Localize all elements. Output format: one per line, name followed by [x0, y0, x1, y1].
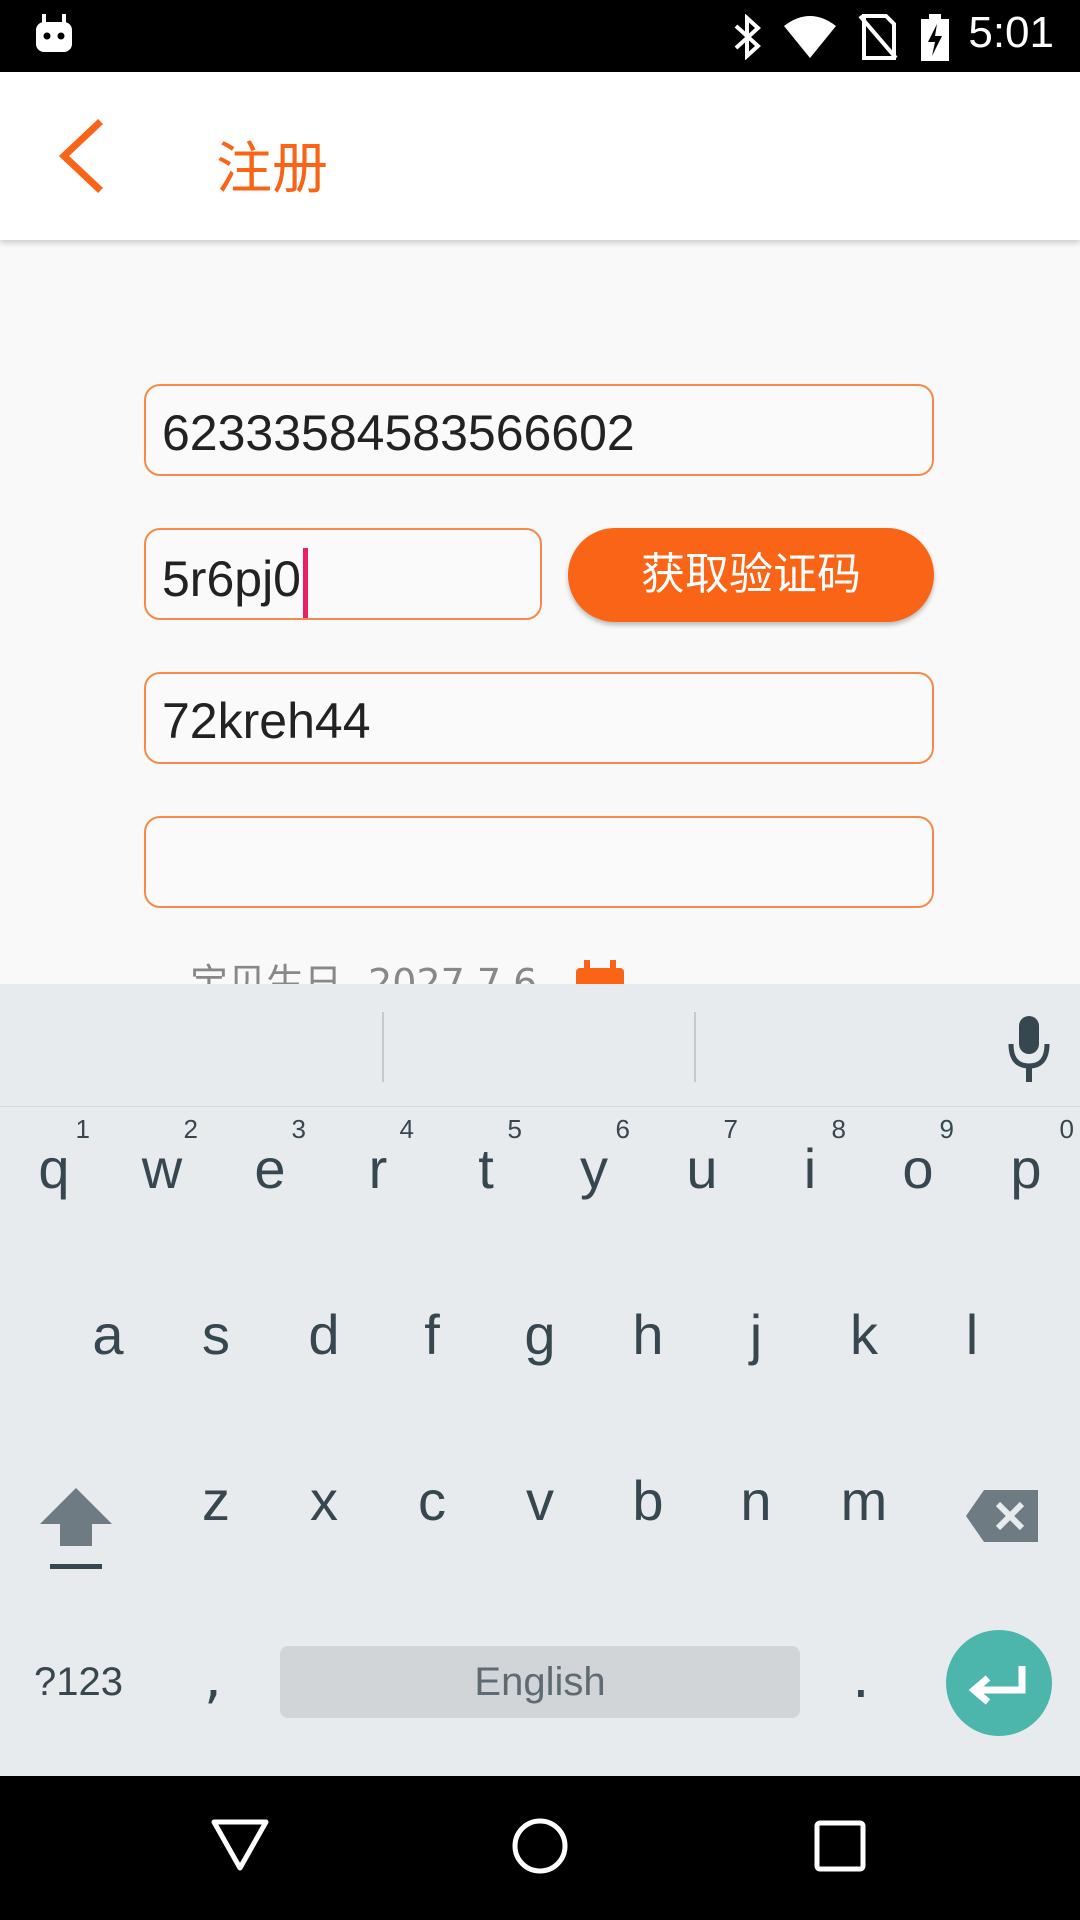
key-label: u [686, 1137, 718, 1200]
key-r[interactable]: 4r [324, 1106, 432, 1256]
status-bar: 5:01 [0, 0, 1080, 72]
key-d[interactable]: d [270, 1272, 378, 1422]
suggestion-divider [694, 1012, 696, 1082]
key-u[interactable]: 7u [648, 1106, 756, 1256]
verification-code-field[interactable]: 5r6pj0 [144, 528, 542, 620]
key-label: b [632, 1469, 664, 1532]
phone-field[interactable]: 62333584583566602 [144, 384, 934, 476]
key-w[interactable]: 2w [108, 1106, 216, 1256]
key-y[interactable]: 6y [540, 1106, 648, 1256]
key-z[interactable]: z [162, 1438, 270, 1588]
key-label: j [749, 1303, 763, 1366]
key-label: q [38, 1137, 70, 1200]
key-i[interactable]: 8i [756, 1106, 864, 1256]
soft-keyboard: 1q 2w 3e 4r 5t 6y 7u 8i 9o 0p a s d f g … [0, 984, 1080, 1776]
key-label: h [632, 1303, 664, 1366]
key-x[interactable]: x [270, 1438, 378, 1588]
key-label: g [524, 1303, 556, 1366]
home-circle-icon[interactable] [510, 1816, 570, 1876]
key-label: c [418, 1469, 446, 1532]
bluetooth-icon [734, 14, 761, 60]
key-label: p [1010, 1137, 1042, 1200]
key-label: w [141, 1137, 183, 1200]
enter-arrow-icon [968, 1666, 1026, 1705]
key-label: f [424, 1303, 440, 1366]
key-t[interactable]: 5t [432, 1106, 540, 1256]
chevron-left-icon[interactable] [52, 116, 112, 196]
key-label: k [850, 1303, 878, 1366]
key-f[interactable]: f [378, 1272, 486, 1422]
microphone-icon[interactable] [1006, 1014, 1052, 1084]
key-g[interactable]: g [486, 1272, 594, 1422]
key-label: d [308, 1303, 340, 1366]
app-bar: 注册 [0, 72, 1080, 240]
verification-code-value: 5r6pj0 [162, 551, 301, 608]
key-s[interactable]: s [162, 1272, 270, 1422]
key-label: r [368, 1137, 388, 1200]
password-value: 72kreh44 [162, 693, 371, 749]
key-h[interactable]: h [594, 1272, 702, 1422]
shift-icon[interactable] [36, 1484, 116, 1574]
space-bar[interactable]: English [280, 1646, 800, 1718]
key-label: o [902, 1137, 934, 1200]
key-label: a [92, 1303, 124, 1366]
key-label: l [965, 1303, 979, 1366]
key-m[interactable]: m [810, 1438, 918, 1588]
key-label: e [254, 1137, 286, 1200]
key-label: z [202, 1469, 230, 1532]
get-code-button[interactable]: 获取验证码 [568, 528, 934, 622]
key-b[interactable]: b [594, 1438, 702, 1588]
key-label: n [740, 1469, 772, 1532]
key-c[interactable]: c [378, 1438, 486, 1588]
key-label: v [526, 1469, 554, 1532]
key-p[interactable]: 0p [972, 1106, 1080, 1256]
confirm-password-field[interactable] [144, 816, 934, 908]
key-l[interactable]: l [918, 1272, 1026, 1422]
text-caret [303, 548, 308, 618]
key-label: m [840, 1469, 888, 1532]
key-label: t [478, 1137, 494, 1200]
key-k[interactable]: k [810, 1272, 918, 1422]
key-o[interactable]: 9o [864, 1106, 972, 1256]
clock: 5:01 [968, 8, 1054, 57]
key-a[interactable]: a [54, 1272, 162, 1422]
back-triangle-icon[interactable] [210, 1816, 270, 1876]
key-label: x [310, 1469, 338, 1532]
backspace-icon[interactable] [964, 1488, 1040, 1544]
symbols-key[interactable]: ?123 [34, 1660, 123, 1705]
phone-value: 62333584583566602 [162, 405, 635, 461]
password-field[interactable]: 72kreh44 [144, 672, 934, 764]
key-e[interactable]: 3e [216, 1106, 324, 1256]
period-key[interactable]: . [852, 1646, 870, 1711]
enter-key[interactable] [946, 1630, 1052, 1736]
navigation-bar [0, 1776, 1080, 1920]
key-j[interactable]: j [702, 1272, 810, 1422]
wifi-icon [784, 16, 836, 58]
recents-square-icon[interactable] [810, 1816, 870, 1876]
suggestion-strip [0, 984, 1080, 1107]
no-sim-icon [858, 14, 898, 60]
key-label: s [202, 1303, 230, 1366]
comma-key[interactable]: , [204, 1646, 222, 1711]
page-title: 注册 [216, 137, 328, 202]
key-label: i [803, 1137, 817, 1200]
suggestion-divider [382, 1012, 384, 1082]
key-n[interactable]: n [702, 1438, 810, 1588]
android-debug-icon [36, 14, 72, 52]
battery-charging-icon [921, 14, 949, 61]
key-v[interactable]: v [486, 1438, 594, 1588]
key-label: y [580, 1137, 608, 1200]
key-q[interactable]: 1q [0, 1106, 108, 1256]
